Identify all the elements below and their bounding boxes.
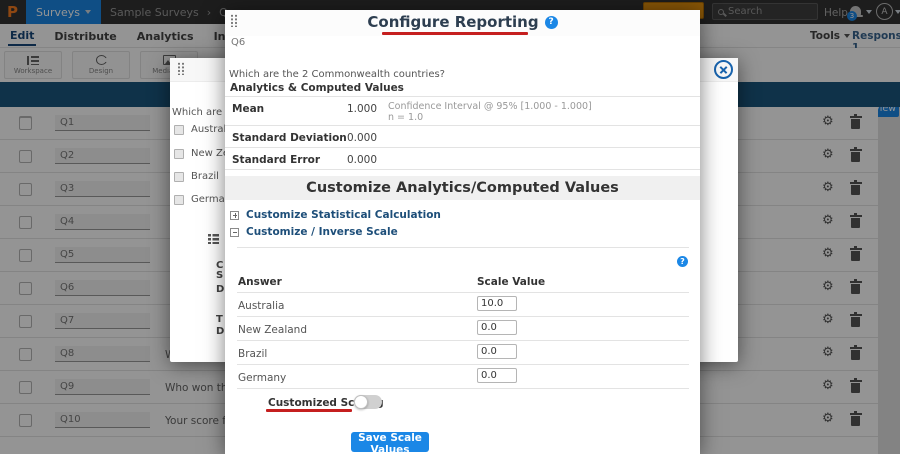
stat-label: Mean (232, 103, 264, 115)
answer-label: Australia (238, 300, 284, 312)
customize-section-heading: Customize Analytics/Computed Values (225, 176, 700, 200)
truncated-label: S (216, 270, 223, 281)
help-icon[interactable]: ? (545, 16, 558, 29)
section-link-label: Customize Statistical Calculation (246, 209, 441, 221)
scale-value-column-header: Scale Value (477, 276, 545, 288)
option-label: Brazil (191, 171, 219, 182)
scale-value-input[interactable] (477, 320, 517, 335)
option-checkbox[interactable] (174, 195, 184, 205)
option-checkbox[interactable] (174, 125, 184, 135)
section-link-label: Customize / Inverse Scale (246, 226, 398, 238)
answer-option: Brazil (174, 171, 219, 182)
stat-note: Confidence Interval @ 95% [1.000 - 1.000… (388, 101, 592, 112)
scale-value-input[interactable] (477, 344, 517, 359)
answer-column-header: Answer (238, 276, 282, 288)
toggle-knob (354, 395, 368, 409)
truncated-label: D (216, 326, 224, 337)
table-view-icon[interactable] (208, 234, 219, 244)
question-text: Which are the 2 Commonwealth countries? (229, 69, 445, 80)
modal-title: Configure Reporting (367, 13, 538, 31)
stat-label: Standard Error (232, 154, 320, 166)
answer-label: Germany (238, 372, 286, 384)
truncated-label: T (216, 314, 223, 325)
stat-note: n = 1.0 (388, 112, 423, 123)
drag-handle-icon[interactable] (177, 62, 185, 75)
close-icon[interactable] (714, 60, 733, 79)
truncated-label: D (216, 284, 224, 295)
configure-reporting-modal: Configure Reporting ? Q6 Which are the 2… (225, 10, 700, 454)
question-code: Q6 (231, 37, 245, 48)
answer-label: Brazil (238, 348, 267, 360)
customize-statistical-calculation-link[interactable]: Customize Statistical Calculation (230, 209, 441, 221)
option-checkbox[interactable] (174, 149, 184, 159)
scale-value-input[interactable] (477, 368, 517, 383)
help-icon[interactable]: ? (677, 256, 688, 267)
stat-value: 0.000 (325, 154, 377, 166)
option-checkbox[interactable] (174, 172, 184, 182)
expand-plus-icon[interactable] (230, 211, 239, 220)
answer-label: New Zealand (238, 324, 307, 336)
collapse-minus-icon[interactable] (230, 228, 239, 237)
annotation-underline (382, 32, 528, 35)
stat-value: 1.000 (325, 103, 377, 115)
annotation-underline (266, 409, 352, 412)
customized-scaling-toggle[interactable] (354, 395, 382, 409)
save-scale-values-button[interactable]: Save Scale Values (351, 432, 429, 452)
modal-title-area: Configure Reporting ? (225, 13, 700, 35)
customize-inverse-scale-link[interactable]: Customize / Inverse Scale (230, 226, 398, 238)
analytics-heading: Analytics & Computed Values (230, 82, 404, 94)
stat-value: 0.000 (325, 132, 377, 144)
scale-value-input[interactable] (477, 296, 517, 311)
